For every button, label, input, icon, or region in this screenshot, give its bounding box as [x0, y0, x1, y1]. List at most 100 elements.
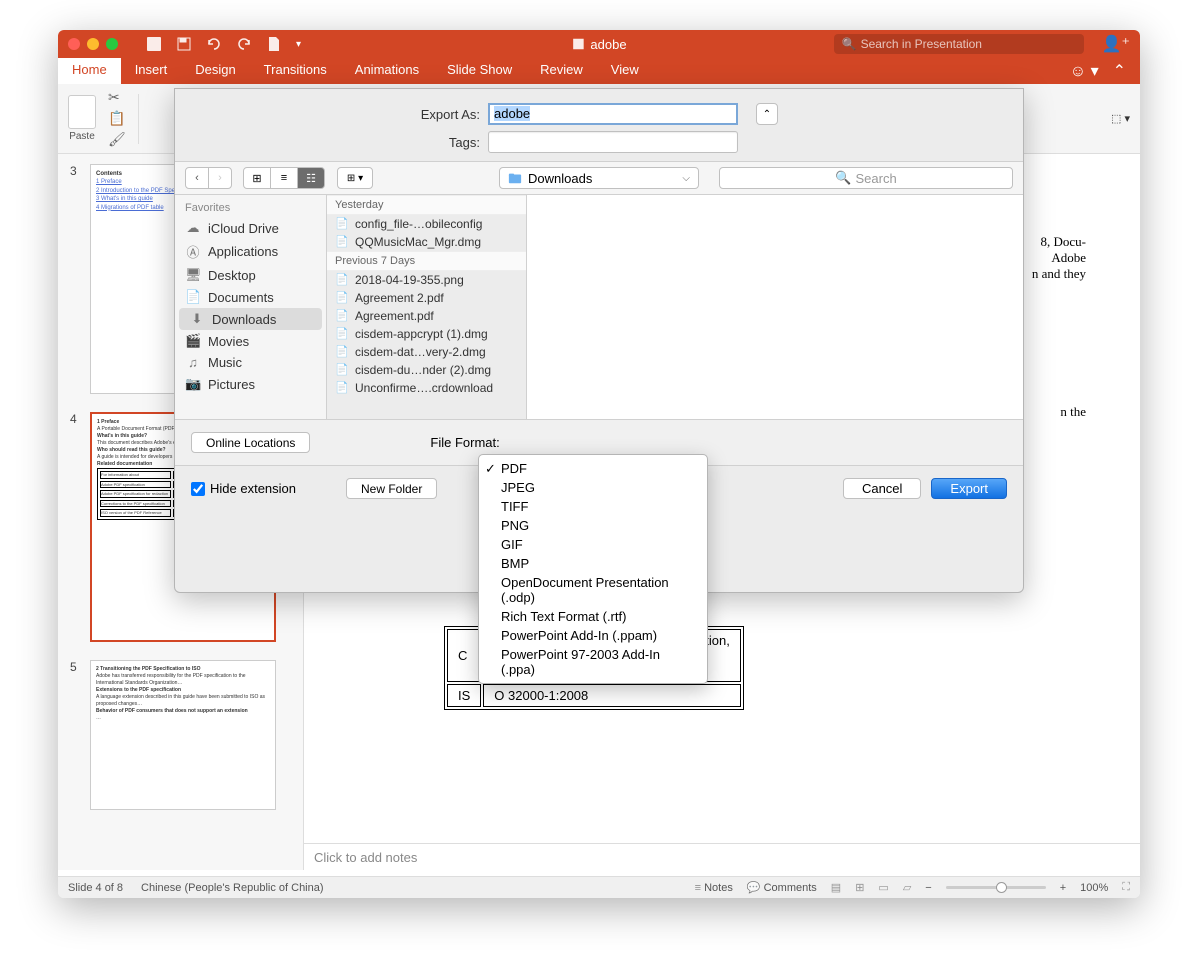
new-file-icon[interactable] — [266, 36, 282, 52]
format-option[interactable]: PNG — [479, 516, 707, 535]
file-row[interactable]: 📄Agreement.pdf — [327, 307, 526, 325]
copy-icon[interactable]: 📋 — [108, 110, 126, 127]
sidebar-pictures[interactable]: 📷Pictures — [175, 373, 326, 395]
export-filename-input[interactable]: adobe — [488, 103, 738, 125]
zoom-level[interactable]: 100% — [1080, 882, 1108, 894]
format-painter-icon[interactable]: 🖌 — [108, 131, 126, 148]
file-icon: 📄 — [335, 291, 349, 305]
undo-icon[interactable] — [206, 36, 222, 52]
status-language[interactable]: Chinese (People's Republic of China) — [141, 882, 323, 894]
finder-search-input[interactable]: 🔍 Search — [719, 167, 1013, 189]
close-window[interactable] — [68, 38, 80, 50]
account-icon[interactable]: ☺ ▾ — [1070, 61, 1099, 81]
file-format-label: File Format: — [430, 435, 499, 450]
zoom-slider[interactable] — [946, 886, 1046, 889]
expand-dialog-button[interactable]: ⌃ — [756, 103, 778, 125]
format-option[interactable]: TIFF — [479, 497, 707, 516]
file-row[interactable]: 📄cisdem-appcrypt (1).dmg — [327, 325, 526, 343]
comments-toggle[interactable]: 💬 Comments — [747, 881, 817, 894]
sidebar-movies[interactable]: 🎬Movies — [175, 330, 326, 352]
thumbnail-5[interactable]: 5 2 Transitioning the PDF Specification … — [70, 660, 291, 810]
sidebar-desktop[interactable]: 🖥Desktop — [175, 264, 326, 286]
tab-insert[interactable]: Insert — [121, 58, 182, 84]
format-option[interactable]: Rich Text Format (.rtf) — [479, 607, 707, 626]
sidebar-documents[interactable]: 📄Documents — [175, 286, 326, 308]
search-presentation-input[interactable]: 🔍 Search in Presentation — [834, 34, 1084, 54]
paste-button[interactable]: Paste — [68, 95, 96, 142]
group-by-button[interactable]: ⊞ ▾ — [337, 167, 373, 189]
slideshow-view-icon[interactable]: ▱ — [903, 881, 911, 894]
qat-more-icon[interactable]: ▾ — [296, 39, 301, 50]
sidebar-music[interactable]: ♫Music — [175, 352, 326, 373]
notes-pane[interactable]: Click to add notes — [304, 843, 1140, 871]
fit-slide-icon[interactable]: ⛶ — [1122, 881, 1130, 894]
file-row[interactable]: 📄Unconfirme….crdownload — [327, 379, 526, 397]
zoom-out-icon[interactable]: − — [925, 882, 931, 894]
tab-design[interactable]: Design — [181, 58, 249, 84]
file-icon: 📄 — [335, 345, 349, 359]
file-row[interactable]: 📄2018-04-19-355.png — [327, 271, 526, 289]
window-controls — [68, 38, 118, 50]
new-folder-button[interactable]: New Folder — [346, 478, 437, 499]
icon-view-button[interactable]: ⊞ — [243, 167, 271, 189]
format-option[interactable]: PDF — [479, 459, 707, 478]
format-option[interactable]: PowerPoint 97-2003 Add-In (.ppa) — [479, 645, 707, 679]
zoom-window[interactable] — [106, 38, 118, 50]
list-view-button[interactable]: ≡ — [270, 167, 298, 189]
format-option[interactable]: OpenDocument Presentation (.odp) — [479, 573, 707, 607]
format-option[interactable]: JPEG — [479, 478, 707, 497]
cancel-button[interactable]: Cancel — [843, 478, 921, 499]
sorter-view-icon[interactable]: ⊞ — [855, 881, 864, 894]
normal-view-icon[interactable]: ▤ — [831, 881, 841, 894]
autosave-icon[interactable] — [146, 36, 162, 52]
format-option[interactable]: BMP — [479, 554, 707, 573]
tab-animations[interactable]: Animations — [341, 58, 433, 84]
file-row[interactable]: 📄QQMusicMac_Mgr.dmg — [327, 233, 526, 251]
format-option[interactable]: GIF — [479, 535, 707, 554]
file-row[interactable]: 📄config_file-…obileconfig — [327, 215, 526, 233]
tab-slideshow[interactable]: Slide Show — [433, 58, 526, 84]
tab-transitions[interactable]: Transitions — [250, 58, 341, 84]
file-format-dropdown[interactable]: PDFJPEGTIFFPNGGIFBMPOpenDocument Present… — [478, 454, 708, 684]
redo-icon[interactable] — [236, 36, 252, 52]
file-preview-column — [527, 195, 1023, 419]
file-group-header: Previous 7 Days — [327, 251, 526, 271]
file-column[interactable]: Yesterday📄config_file-…obileconfig📄QQMus… — [327, 195, 527, 419]
share-icon[interactable]: 👤⁺ — [1102, 34, 1130, 54]
online-locations-button[interactable]: Online Locations — [191, 432, 310, 453]
sidebar-applications[interactable]: ⒶApplications — [175, 239, 326, 264]
file-row[interactable]: 📄Agreement 2.pdf — [327, 289, 526, 307]
file-icon: 📄 — [335, 235, 349, 249]
notes-toggle[interactable]: ≡ Notes — [695, 882, 733, 894]
file-icon: 📄 — [335, 217, 349, 231]
ribbon-tabs: Home Insert Design Transitions Animation… — [58, 58, 1140, 84]
finder-sidebar: Favorites ☁iCloud Drive ⒶApplications 🖥D… — [175, 195, 327, 419]
tab-home[interactable]: Home — [58, 58, 121, 84]
format-option[interactable]: PowerPoint Add-In (.ppam) — [479, 626, 707, 645]
statusbar: Slide 4 of 8 Chinese (People's Republic … — [58, 876, 1140, 898]
tab-review[interactable]: Review — [526, 58, 597, 84]
file-row[interactable]: 📄cisdem-du…nder (2).dmg — [327, 361, 526, 379]
cut-icon[interactable]: ✂ — [108, 89, 126, 106]
back-button[interactable]: ‹ — [185, 167, 209, 189]
tags-input[interactable] — [488, 131, 738, 153]
column-view-button[interactable]: ☷ — [297, 167, 325, 189]
file-icon: 📄 — [335, 381, 349, 395]
zoom-in-icon[interactable]: + — [1060, 882, 1066, 894]
pictures-icon: 📷 — [185, 376, 201, 392]
sidebar-icloud[interactable]: ☁iCloud Drive — [175, 217, 326, 239]
file-group-header: Yesterday — [327, 195, 526, 215]
minimize-window[interactable] — [87, 38, 99, 50]
collapse-ribbon-icon[interactable]: ⌃ — [1113, 61, 1126, 81]
sidebar-downloads[interactable]: ⬇Downloads — [179, 308, 322, 330]
export-button[interactable]: Export — [931, 478, 1007, 499]
location-dropdown[interactable]: Downloads — [499, 167, 699, 189]
reading-view-icon[interactable]: ▭ — [878, 881, 888, 894]
forward-button[interactable]: › — [208, 167, 232, 189]
export-as-label: Export As: — [195, 107, 480, 122]
arrange-dropdown[interactable]: ⬚ ▾ — [1111, 112, 1130, 125]
tab-view[interactable]: View — [597, 58, 653, 84]
file-row[interactable]: 📄cisdem-dat…very-2.dmg — [327, 343, 526, 361]
save-icon[interactable] — [176, 36, 192, 52]
hide-extension-checkbox[interactable]: Hide extension — [191, 481, 296, 496]
